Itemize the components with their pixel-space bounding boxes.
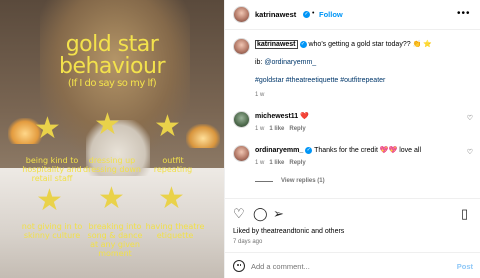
heart-icon[interactable]: ♡	[467, 114, 473, 122]
comment-text: Thanks for the credit 💖💖 love all	[314, 147, 421, 154]
image-caption: dressing up dressing down	[83, 156, 141, 174]
verified-icon: ✓	[303, 11, 310, 18]
ib-prefix: ib:	[255, 59, 265, 66]
avatar[interactable]	[233, 145, 250, 162]
post-button[interactable]: Post	[457, 262, 473, 271]
caption-time: 1 w	[255, 92, 265, 98]
add-comment-bar: Post	[225, 252, 480, 278]
like-icon[interactable]: ♡	[233, 207, 245, 220]
image-caption: not giving in to skinny culture	[21, 222, 83, 240]
post-image[interactable]: gold star behaviour (If I do say so my l…	[0, 0, 224, 278]
comment-text: ❤️	[300, 113, 309, 120]
post: gold star behaviour (If I do say so my l…	[0, 0, 480, 278]
image-caption: being kind to hospitality and retail sta…	[22, 156, 82, 183]
caption-username[interactable]: katrinawest	[255, 40, 298, 49]
image-caption: outfit repeating	[153, 156, 193, 174]
comment-likes[interactable]: 1 like	[269, 160, 284, 166]
image-caption: having theatre etiquette	[145, 222, 205, 240]
star-icon: ★	[154, 110, 181, 143]
caption-hashtags[interactable]: #goldstar #theatreetiquette #outfitrepea…	[255, 76, 477, 86]
star-icon: ★	[36, 184, 63, 217]
comment-1-meta: 1 w 1 like Reply	[255, 124, 455, 134]
save-icon[interactable]: ▯	[461, 207, 468, 220]
image-caption: breaking into song & dance at any given …	[87, 222, 143, 258]
star-icon: ★	[98, 182, 125, 215]
image-title-line2: behaviour	[58, 54, 166, 79]
post-time: 7 days ago	[233, 239, 263, 245]
comment-2: ordinaryemm_ ✓ Thanks for the credit 💖💖 l…	[255, 146, 455, 156]
avatar[interactable]	[233, 38, 250, 55]
verified-icon: ✓	[299, 40, 307, 48]
caption-ib: ib: @ordinaryemm_	[255, 58, 477, 68]
emoji-icon[interactable]	[233, 260, 245, 272]
likes-summary[interactable]: Liked by theatreandtonic and others	[233, 228, 344, 235]
share-icon[interactable]: ➢	[273, 207, 284, 220]
post-sidebar: katrinawest ✓ • Follow ••• katrinawest ✓ …	[224, 0, 480, 278]
replies-divider	[255, 181, 273, 182]
star-icon: ★	[34, 112, 61, 145]
image-title-sub: (If I do say so my lf)	[67, 78, 157, 89]
comment-likes[interactable]: 1 like	[269, 126, 284, 132]
lamp-right	[186, 124, 220, 148]
more-options-icon[interactable]: •••	[457, 8, 471, 19]
avatar[interactable]	[233, 111, 250, 128]
caption-text: who's getting a gold star today?? 👏 ⭐	[308, 41, 432, 48]
comment-input[interactable]	[251, 258, 431, 274]
caption-line: katrinawest ✓ who's getting a gold star t…	[255, 40, 477, 50]
comment-icon[interactable]: ◯	[253, 207, 268, 220]
comment-time: 1 w	[255, 160, 265, 166]
view-replies-button[interactable]: View replies (1)	[281, 176, 401, 186]
star-icon: ★	[94, 108, 121, 141]
follow-button[interactable]: Follow	[319, 10, 343, 19]
star-icon: ★	[158, 182, 185, 215]
reply-button[interactable]: Reply	[289, 160, 305, 166]
action-bar: ♡ ◯ ➢ ▯ Liked by theatreandtonic and oth…	[225, 198, 480, 248]
verified-icon: ✓	[305, 146, 313, 154]
comment-1: michewest11 ❤️	[255, 112, 455, 122]
comment-username[interactable]: ordinaryemm_	[255, 147, 303, 154]
post-header: katrinawest ✓ • Follow •••	[225, 0, 480, 30]
separator: •	[312, 10, 315, 17]
reply-button[interactable]: Reply	[289, 126, 305, 132]
comment-time: 1 w	[255, 126, 265, 132]
heart-icon[interactable]: ♡	[467, 148, 473, 156]
avatar[interactable]	[233, 6, 250, 23]
ib-handle-link[interactable]: @ordinaryemm_	[264, 59, 316, 66]
header-username[interactable]: katrinawest	[255, 10, 296, 19]
comment-2-meta: 1 w 1 like Reply	[255, 158, 455, 168]
comment-username[interactable]: michewest11	[255, 113, 298, 120]
